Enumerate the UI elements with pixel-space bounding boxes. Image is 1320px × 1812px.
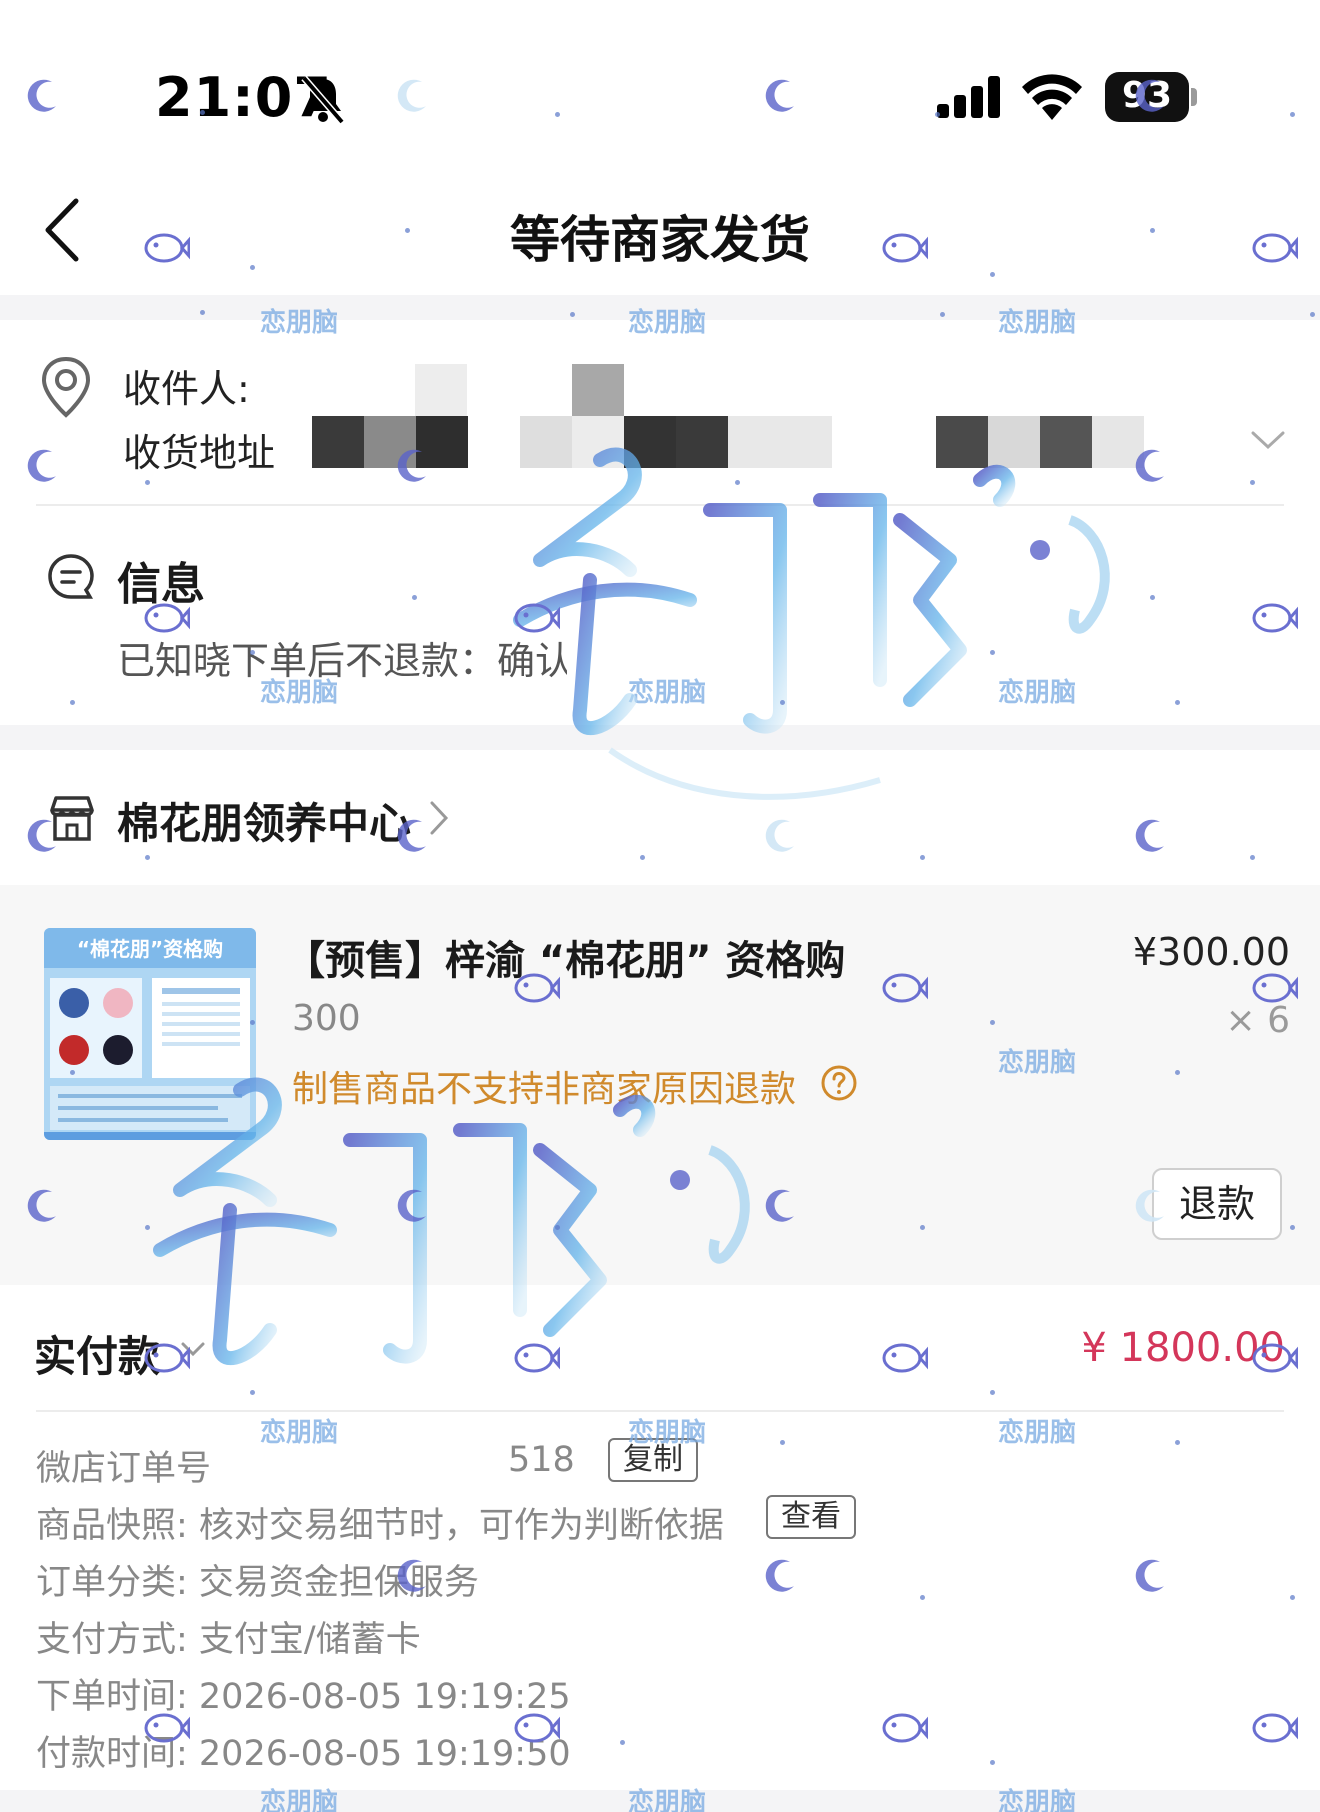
watermark-logo bbox=[153, 1077, 750, 1365]
refund-button[interactable]: 退款 bbox=[1152, 1168, 1282, 1240]
fish-mascot-icon bbox=[1252, 603, 1298, 633]
product-price: ¥300.00 bbox=[1132, 930, 1290, 974]
order-time: 下单时间: 2026-08-05 19:19:25 bbox=[36, 1677, 571, 1717]
moon-icon bbox=[1135, 819, 1164, 852]
moon-icon bbox=[27, 79, 56, 112]
product-spec: 300 bbox=[292, 998, 361, 1039]
fish-mascot-icon bbox=[514, 1343, 560, 1373]
moon-icon bbox=[765, 1559, 794, 1592]
fish-mascot-icon bbox=[1252, 973, 1298, 1003]
moon-icon bbox=[1135, 79, 1164, 112]
moon-icon bbox=[1135, 1189, 1164, 1222]
view-snapshot-button[interactable]: 查看 bbox=[766, 1495, 856, 1539]
product-quantity: × 6 bbox=[1225, 1000, 1290, 1041]
product-title[interactable]: 【预售】梓渝 “棉花朋” 资格购 bbox=[285, 928, 845, 986]
fish-mascot-icon bbox=[144, 233, 190, 263]
shop-name[interactable]: 棉花朋领养中心 bbox=[117, 790, 411, 851]
fish-mascot-icon bbox=[144, 603, 190, 633]
payment-method: 支付方式: 支付宝/储蓄卡 bbox=[36, 1620, 421, 1660]
moon-icon bbox=[765, 1189, 794, 1222]
fish-mascot-icon bbox=[882, 973, 928, 1003]
fish-mascot-icon bbox=[1252, 1343, 1298, 1373]
chevron-down-icon[interactable] bbox=[1250, 428, 1286, 452]
moon-icon bbox=[27, 819, 56, 852]
moon-icon bbox=[765, 79, 794, 112]
fish-mascot-icon bbox=[514, 1713, 560, 1743]
page-title: 等待商家发货 bbox=[510, 211, 810, 269]
paid-amount: ¥ 1800.00 bbox=[1081, 1325, 1285, 1371]
moon-icon bbox=[397, 449, 426, 482]
watermark-logo bbox=[513, 447, 1110, 800]
fish-mascot-icon bbox=[1252, 1713, 1298, 1743]
order-detail-page: 21:07 93 等待商家发货 收件人: 收货地址 信息 已知晓下单后不退款：确… bbox=[0, 0, 1320, 1812]
question-circle-icon[interactable] bbox=[820, 1064, 858, 1102]
moon-icon bbox=[397, 79, 426, 112]
recipient-label: 收件人: bbox=[123, 367, 250, 411]
fish-mascot-icon bbox=[1252, 233, 1298, 263]
section-separator bbox=[0, 1790, 1320, 1812]
fish-mascot-icon bbox=[514, 973, 560, 1003]
fish-mascot-icon bbox=[882, 233, 928, 263]
snapshot-text: 商品快照: 核对交易细节时，可作为判断依据 bbox=[36, 1506, 724, 1546]
moon-icon bbox=[397, 819, 426, 852]
fish-mascot-icon bbox=[144, 1343, 190, 1373]
moon-icon bbox=[27, 1189, 56, 1222]
cellular-signal-icon bbox=[937, 76, 1000, 118]
fish-mascot-icon bbox=[882, 1713, 928, 1743]
pay-time: 付款时间: 2026-08-05 19:19:50 bbox=[36, 1734, 571, 1774]
section-separator bbox=[0, 295, 1320, 320]
moon-icon bbox=[397, 1559, 426, 1592]
moon-icon bbox=[27, 449, 56, 482]
location-pin-icon bbox=[41, 356, 91, 418]
fish-mascot-icon bbox=[882, 1343, 928, 1373]
moon-icon bbox=[765, 819, 794, 852]
thumb-title: “棉花朋”资格购 bbox=[77, 937, 223, 961]
address-label: 收货地址 bbox=[123, 431, 276, 475]
fish-mascot-icon bbox=[144, 1713, 190, 1743]
moon-icon bbox=[1135, 449, 1164, 482]
wifi-icon bbox=[1022, 74, 1082, 120]
mute-bell-icon bbox=[301, 75, 345, 124]
moon-icon bbox=[397, 1189, 426, 1222]
message-icon bbox=[48, 554, 94, 599]
fish-mascot-icon bbox=[514, 603, 560, 633]
moon-icon bbox=[1135, 1559, 1164, 1592]
